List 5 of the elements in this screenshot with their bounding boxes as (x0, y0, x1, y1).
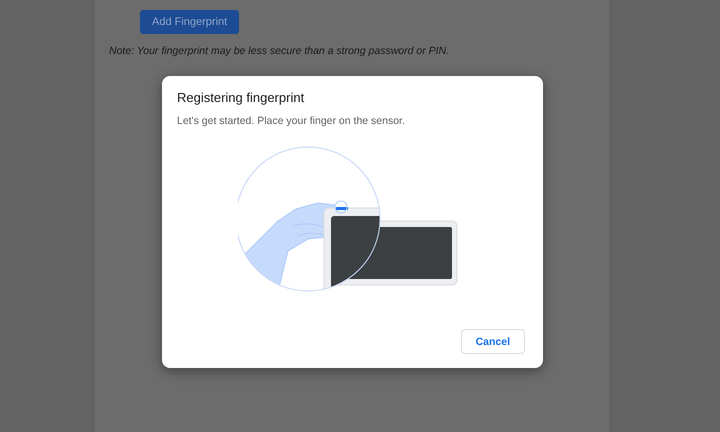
cancel-button[interactable]: Cancel (460, 329, 525, 354)
security-note: Note: Your fingerprint may be less secure than a strong password or PIN. (109, 45, 450, 57)
dialog-message: Let's get started. Place your finger on the sensor. (177, 115, 406, 127)
add-fingerprint-button[interactable]: Add Fingerprint (140, 10, 240, 34)
dialog-title: Registering fingerprint (177, 90, 306, 105)
